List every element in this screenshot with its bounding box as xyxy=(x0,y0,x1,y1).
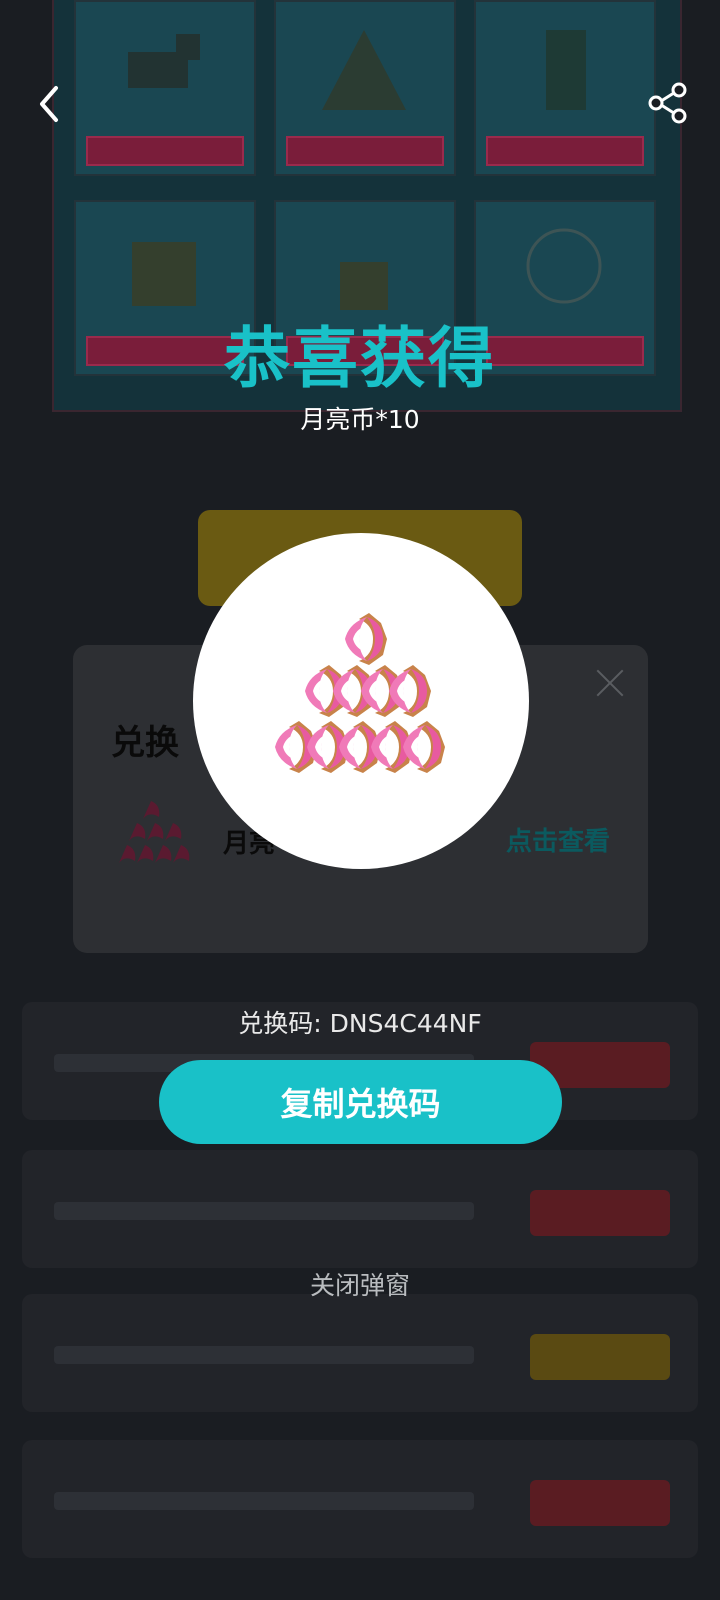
moon-coin-pile-icon xyxy=(119,801,190,863)
moon-coin-pile-icon xyxy=(275,613,445,773)
exchange-title: 兑换 xyxy=(111,723,179,763)
share-button[interactable] xyxy=(646,82,688,124)
share-icon xyxy=(648,82,687,124)
copy-code-button[interactable]: 复制兑换码 xyxy=(159,1060,562,1144)
back-button[interactable] xyxy=(30,82,70,126)
pixel-cup-icon xyxy=(340,262,388,310)
pixel-box-icon xyxy=(132,242,196,306)
task-row xyxy=(22,1150,698,1268)
close-icon xyxy=(594,667,626,699)
task-row xyxy=(22,1440,698,1558)
redeem-code: 兑换码: DNS4C44NF xyxy=(238,1009,482,1038)
pixel-pile-icon xyxy=(322,30,406,110)
task-row xyxy=(22,1294,698,1412)
pixel-girl-icon xyxy=(526,228,602,304)
popup-title: 恭喜获得 xyxy=(224,320,496,397)
pixel-dog-icon xyxy=(128,34,200,88)
prize-image xyxy=(193,533,529,869)
chevron-left-icon xyxy=(40,86,58,122)
pixel-figure-icon xyxy=(546,30,586,110)
reward-tile xyxy=(74,0,256,176)
reward-tile xyxy=(474,0,656,176)
close-popup-button[interactable]: 关闭弹窗 xyxy=(0,1266,720,1302)
reward-text: 月亮币*10 xyxy=(300,405,420,434)
view-details-link: 点击查看 xyxy=(505,827,610,857)
reward-tile xyxy=(274,0,456,176)
